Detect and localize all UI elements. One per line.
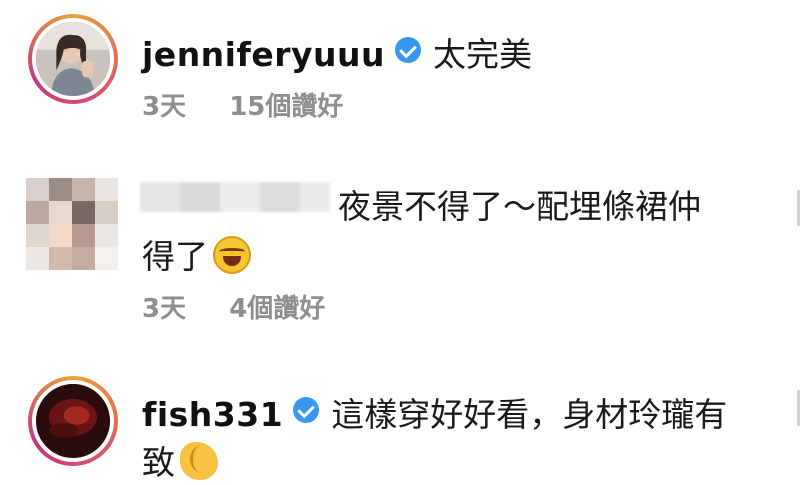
comment-text: 夜景不得了～配埋條裙仲 xyxy=(338,187,701,226)
comment-time: 3天 xyxy=(142,92,187,122)
comment-text-line: 夜景不得了～配埋條裙仲 xyxy=(338,180,780,228)
verified-badge-icon xyxy=(293,397,320,423)
username[interactable]: jenniferyuuu xyxy=(142,35,385,74)
comment-meta: 3天 15個讚好 xyxy=(142,86,780,123)
comment-meta: 3天 4個讚好 xyxy=(142,288,780,325)
comment-text-line: 致 xyxy=(142,436,780,484)
pixelated-avatar-icon xyxy=(26,178,118,270)
comment-time: 3天 xyxy=(142,294,187,324)
comment-text-continued: 得了 xyxy=(142,237,208,276)
comment-header: jenniferyuuu 太完美 xyxy=(142,28,780,76)
clapping-hands-icon xyxy=(180,442,219,480)
comment-header: fish331 這樣穿好好看，身材玲瓏有 xyxy=(142,388,780,436)
comment-text-continued: 致 xyxy=(142,443,175,482)
comment-item: fish331 這樣穿好好看，身材玲瓏有 致 xyxy=(0,330,800,485)
avatar[interactable] xyxy=(28,14,118,104)
comment-text: 這樣穿好好看，身材玲瓏有 xyxy=(331,395,728,434)
comment-item: 夜景不得了～配埋條裙仲 得了 3天 4個讚好 xyxy=(0,150,800,330)
avatar[interactable] xyxy=(28,376,118,466)
username[interactable]: fish331 xyxy=(142,395,283,434)
laughing-tears-icon xyxy=(213,236,252,274)
like-count[interactable]: 4個讚好 xyxy=(229,294,325,324)
avatar-photo xyxy=(36,22,110,96)
avatar-photo xyxy=(36,384,110,458)
comment-text-line: 得了 xyxy=(142,230,780,278)
comment-item: jenniferyuuu 太完美 3天 15個讚好 xyxy=(0,0,800,150)
avatar-blurred[interactable] xyxy=(26,178,118,270)
comment-text: 太完美 xyxy=(433,35,532,74)
verified-badge-icon xyxy=(395,37,421,63)
blurred-username[interactable] xyxy=(140,180,330,214)
like-count[interactable]: 15個讚好 xyxy=(229,92,343,122)
